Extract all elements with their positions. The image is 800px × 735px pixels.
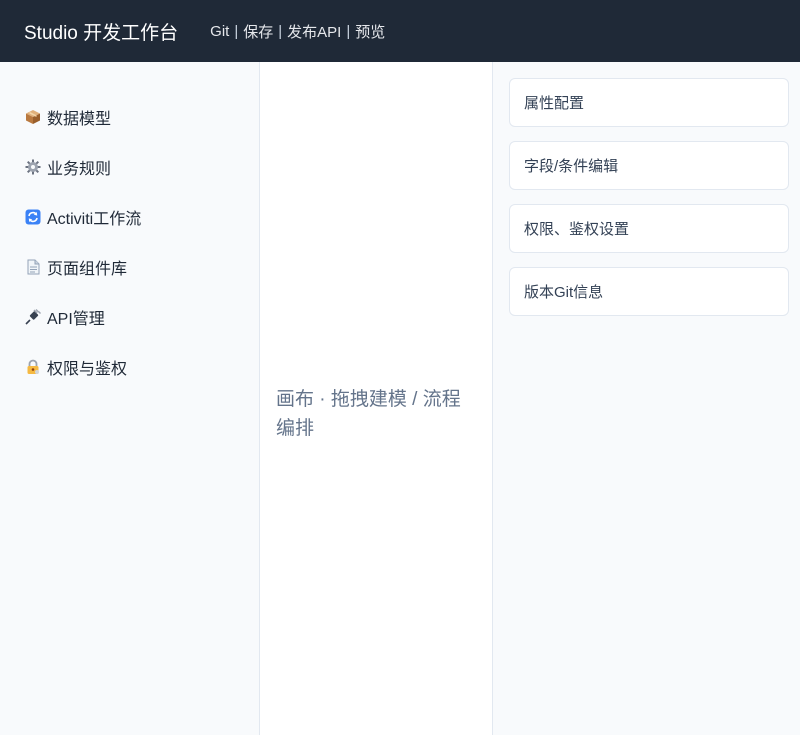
main-area: 数据模型 业务规则 Activiti工作流 页面组件库 API管理 权限与鉴权 …	[0, 62, 800, 735]
publish-api-button[interactable]: 发布API	[287, 21, 341, 42]
sidebar-item-label: 页面组件库	[47, 261, 128, 278]
separator: |	[234, 22, 239, 40]
permission-auth-settings-card[interactable]: 权限、鉴权设置	[509, 204, 789, 253]
field-condition-edit-card[interactable]: 字段/条件编辑	[509, 141, 789, 190]
properties-panel: 属性配置 字段/条件编辑 权限、鉴权设置 版本Git信息	[493, 62, 800, 735]
sidebar-item-business-rules[interactable]: 业务规则	[0, 142, 259, 192]
plug-icon	[24, 308, 42, 326]
sidebar-item-data-model[interactable]: 数据模型	[0, 92, 259, 142]
top-actions: Git | 保存 | 发布API | 预览	[210, 21, 385, 42]
sidebar-item-label: 业务规则	[47, 161, 112, 178]
sidebar-item-label: 数据模型	[47, 111, 112, 128]
save-button[interactable]: 保存	[243, 21, 273, 42]
git-button[interactable]: Git	[210, 23, 229, 40]
canvas-placeholder-label: 画布 · 拖拽建模 / 流程编排	[276, 388, 461, 439]
separator: |	[346, 22, 351, 40]
sidebar-item-api-management[interactable]: API管理	[0, 292, 259, 342]
sidebar-item-activiti-workflow[interactable]: Activiti工作流	[0, 192, 259, 242]
canvas-area[interactable]: 画布 · 拖拽建模 / 流程编排	[260, 62, 493, 735]
property-config-card[interactable]: 属性配置	[509, 78, 789, 127]
sidebar: 数据模型 业务规则 Activiti工作流 页面组件库 API管理 权限与鉴权	[0, 62, 260, 735]
top-bar: Studio 开发工作台 Git | 保存 | 发布API | 预览	[0, 0, 800, 62]
sidebar-item-label: 权限与鉴权	[47, 361, 128, 378]
sidebar-item-page-components[interactable]: 页面组件库	[0, 242, 259, 292]
package-icon	[24, 108, 42, 126]
page-icon	[24, 258, 42, 276]
gear-icon	[24, 158, 42, 176]
refresh-icon	[24, 208, 42, 226]
app-title: Studio 开发工作台	[24, 22, 179, 44]
sidebar-item-permissions[interactable]: 权限与鉴权	[0, 342, 259, 392]
version-git-info-card[interactable]: 版本Git信息	[509, 267, 789, 316]
separator: |	[278, 22, 283, 40]
preview-button[interactable]: 预览	[355, 21, 385, 42]
sidebar-item-label: Activiti工作流	[47, 211, 142, 228]
sidebar-item-label: API管理	[47, 311, 105, 328]
lock-icon	[24, 358, 42, 376]
